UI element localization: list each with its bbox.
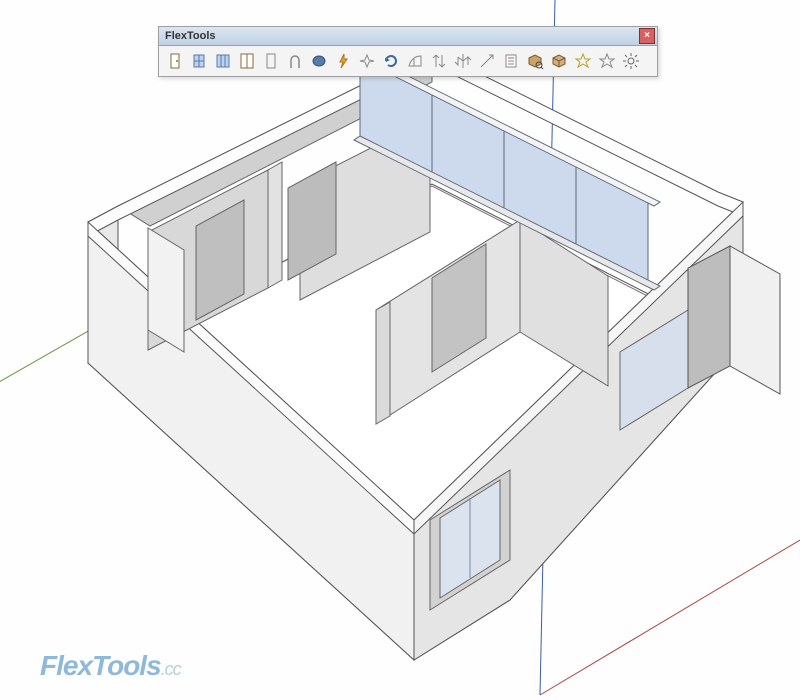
flip-icon [430,52,448,70]
report-button[interactable] [499,49,523,73]
close-icon[interactable]: × [639,28,655,44]
component-finder-button[interactable] [523,49,547,73]
toolbar-titlebar[interactable]: FlexTools × [159,27,657,46]
wall-cutter-icon [406,52,424,70]
arch-icon [286,52,304,70]
box-icon [550,52,568,70]
window-double-icon [214,52,232,70]
swap-icon [454,52,472,70]
settings-button[interactable] [619,49,643,73]
flex-door-button[interactable] [163,49,187,73]
report-icon [502,52,520,70]
local-library-button[interactable] [547,49,571,73]
opening-icon [262,52,280,70]
flex-window-button[interactable] [187,49,211,73]
toolbar-button-row [159,46,657,76]
flextools-toolbar[interactable]: FlexTools × [158,26,658,77]
scale-button[interactable] [475,49,499,73]
flex-circle-button[interactable] [307,49,331,73]
door-double-icon [238,52,256,70]
model-canvas [0,0,800,700]
favorite-button[interactable] [595,49,619,73]
lightning-icon [334,52,352,70]
flex-window-double-button[interactable] [211,49,235,73]
favorite-outline-button[interactable] [571,49,595,73]
star-icon [598,52,616,70]
door-icon [166,52,184,70]
watermark-brand: FlexTools [40,650,161,681]
window-icon [190,52,208,70]
flex-opening-button[interactable] [259,49,283,73]
toolbar-title: FlexTools [165,30,216,42]
sparkle-icon [358,52,376,70]
flex-arch-button[interactable] [283,49,307,73]
scale-icon [478,52,496,70]
wall-cutter-button[interactable] [403,49,427,73]
zap-button[interactable] [331,49,355,73]
flip-button[interactable] [427,49,451,73]
watermark: FlexTools.cc [40,650,181,682]
refresh-icon [382,52,400,70]
convert-button[interactable] [355,49,379,73]
circle-icon [310,52,328,70]
flex-door-double-button[interactable] [235,49,259,73]
star-outline-icon [574,52,592,70]
refresh-button[interactable] [379,49,403,73]
viewport-3d[interactable] [0,0,800,700]
swap-button[interactable] [451,49,475,73]
component-finder-icon [526,52,544,70]
watermark-ext: .cc [161,659,181,679]
gear-icon [622,52,640,70]
